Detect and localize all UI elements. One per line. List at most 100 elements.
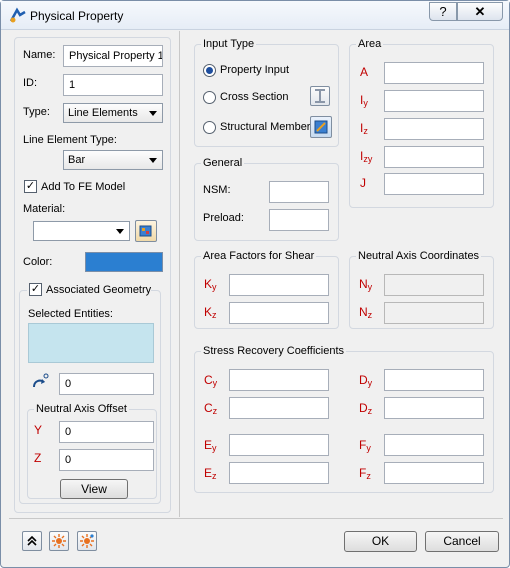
stress-label: Stress Recovery Coefficients: [201, 345, 347, 357]
chevron-down-icon: [149, 111, 157, 116]
shear-ky-sub: y: [212, 282, 217, 292]
help-button[interactable]: ?: [429, 2, 457, 21]
cancel-button[interactable]: Cancel: [425, 531, 499, 552]
collapse-icon[interactable]: [22, 531, 42, 551]
area-label: Area: [356, 38, 384, 50]
material-browse-icon[interactable]: [135, 220, 157, 242]
neutral-ny-sym: N: [359, 277, 368, 291]
shear-ky-input[interactable]: [229, 274, 329, 296]
close-button[interactable]: ✕: [457, 2, 503, 21]
area-izy-input[interactable]: [384, 146, 484, 168]
nsm-input[interactable]: [269, 181, 329, 203]
id-input[interactable]: 1: [63, 74, 163, 96]
associated-geometry-label: Associated Geometry: [46, 284, 152, 296]
window-title: Physical Property: [30, 9, 124, 23]
shear-label: Area Factors for Shear: [201, 250, 317, 262]
radio-cross-section[interactable]: [203, 91, 216, 104]
selected-entities-list[interactable]: [28, 323, 154, 363]
color-swatch[interactable]: [85, 252, 163, 272]
chevron-down-icon: [116, 229, 124, 234]
stress-dz-sub: z: [367, 406, 373, 416]
stress-cz-sub: z: [212, 406, 218, 416]
area-iz-label: Iz: [360, 121, 368, 136]
footer-separator: [9, 518, 503, 519]
area-j-sym: J: [360, 176, 366, 190]
shear-kz-label: Kz: [204, 305, 217, 320]
stress-fy-input[interactable]: [384, 434, 484, 456]
neutral-axis-label: Neutral Axis Coordinates: [356, 250, 482, 262]
preload-input[interactable]: [269, 209, 329, 231]
offset-y-input[interactable]: 0: [59, 421, 154, 443]
area-j-input[interactable]: [384, 173, 484, 195]
stress-dz-input[interactable]: [384, 397, 484, 419]
radio-property-input[interactable]: [203, 64, 216, 77]
offset-y-label: Y: [34, 423, 43, 437]
radio-property-input-label: Property Input: [220, 64, 290, 76]
area-izy-sub: zy: [363, 154, 373, 164]
stress-cz-label: Cz: [204, 401, 217, 416]
cross-section-icon[interactable]: [310, 86, 330, 106]
area-iz-input[interactable]: [384, 118, 484, 140]
type-label: Type:: [23, 106, 50, 118]
neutral-nz-sub: z: [367, 310, 373, 320]
stress-fz-input[interactable]: [384, 462, 484, 484]
neutral-axis-offset-label: Neutral Axis Offset: [34, 403, 129, 415]
stress-cz-input[interactable]: [229, 397, 329, 419]
neutral-ny-input[interactable]: [384, 274, 484, 296]
name-input[interactable]: Physical Property 1: [63, 45, 163, 67]
structural-member-icon[interactable]: [310, 116, 332, 138]
neutral-ny-sub: y: [367, 282, 373, 292]
sun-icon[interactable]: [49, 531, 69, 551]
stress-fz-sub: z: [366, 471, 371, 481]
angle-input[interactable]: 0: [59, 373, 154, 395]
area-a-input[interactable]: [384, 62, 484, 84]
stress-ez-sym: E: [204, 466, 213, 480]
chevron-down-icon: [149, 158, 157, 163]
shear-kz-sub: z: [212, 310, 217, 320]
area-a-sym: A: [360, 65, 369, 79]
radio-structural-member[interactable]: [203, 121, 216, 134]
radio-cross-section-label: Cross Section: [220, 91, 289, 103]
selected-entities-label: Selected Entities:: [28, 308, 113, 320]
stress-dz-label: Dz: [359, 401, 372, 416]
area-izy-label: Izy: [360, 149, 372, 164]
stress-dy-input[interactable]: [384, 369, 484, 391]
id-label: ID:: [23, 77, 38, 89]
associated-geometry-checkbox[interactable]: ✓: [29, 283, 42, 296]
offset-z-input[interactable]: 0: [59, 449, 154, 471]
stress-dy-label: Dy: [359, 373, 372, 388]
add-to-fe-checkbox[interactable]: ✓: [24, 180, 37, 193]
ok-button[interactable]: OK: [344, 531, 417, 552]
area-iy-sub: y: [363, 98, 368, 108]
physical-property-dialog: Physical Property ? ✕ Name: Physical Pro…: [0, 0, 510, 568]
general-label: General: [201, 157, 245, 169]
stress-ez-label: Ez: [204, 466, 217, 481]
stress-cy-input[interactable]: [229, 369, 329, 391]
input-type-label: Input Type: [201, 38, 257, 50]
neutral-nz-input[interactable]: [384, 302, 484, 324]
name-label: Name:: [23, 49, 56, 61]
line-element-type-label: Line Element Type:: [23, 134, 117, 146]
stress-fy-sub: y: [366, 443, 371, 453]
add-to-fe-label: Add To FE Model: [41, 181, 126, 193]
type-select-value: Line Elements: [68, 107, 138, 119]
view-button[interactable]: View: [60, 479, 128, 499]
type-select[interactable]: Line Elements: [63, 103, 163, 123]
nsm-label: NSM:: [203, 184, 231, 196]
stress-cz-sym: C: [204, 401, 213, 415]
area-iy-input[interactable]: [384, 90, 484, 112]
line-element-type-select[interactable]: Bar: [63, 150, 163, 170]
shear-ky-sym: K: [204, 277, 213, 291]
area-j-label: J: [360, 176, 366, 190]
sun-multi-icon[interactable]: [77, 531, 97, 551]
cross-section-glyph: [315, 89, 325, 103]
stress-dy-sym: D: [359, 373, 368, 387]
stress-ey-input[interactable]: [229, 434, 329, 456]
shear-kz-input[interactable]: [229, 302, 329, 324]
stress-ez-input[interactable]: [229, 462, 329, 484]
material-select[interactable]: [33, 221, 130, 241]
offset-z-label: Z: [34, 451, 42, 465]
material-browse-glyph: [139, 225, 152, 237]
neutral-nz-sym: N: [359, 305, 368, 319]
stress-dy-sub: y: [367, 378, 373, 388]
